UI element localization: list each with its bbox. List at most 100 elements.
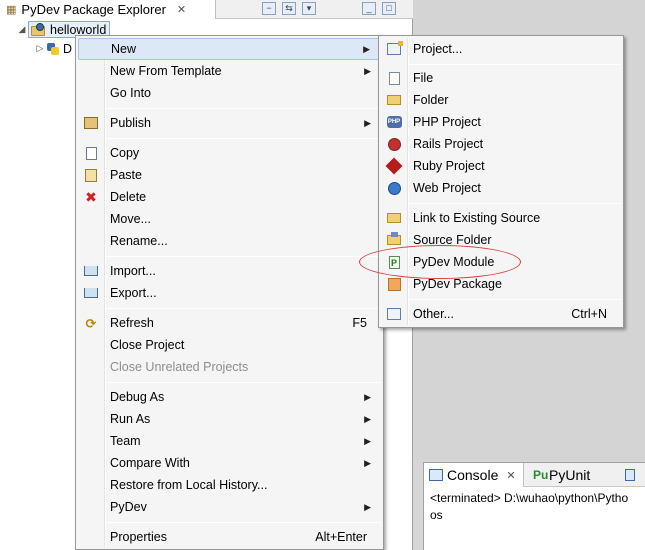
menu-item-accelerator: Alt+Enter xyxy=(315,530,367,544)
submenu-arrow-icon: ▶ xyxy=(364,457,371,468)
view-toolbar: − ⇆ ▾ _ □ xyxy=(262,2,396,15)
new-submenu: Project... File Folder PHP PHP Project R… xyxy=(378,35,624,328)
menu-item-label: New xyxy=(111,42,137,56)
tab-other[interactable] xyxy=(620,463,635,487)
menu-item-label: Restore from Local History... xyxy=(110,478,268,492)
submenu-item-php-project[interactable]: PHP PHP Project xyxy=(381,111,621,133)
filter-icon[interactable]: ▾ xyxy=(302,2,316,15)
submenu-item-label: Other... xyxy=(413,307,454,321)
python-project-icon xyxy=(31,22,47,37)
other-wizard-icon xyxy=(386,307,402,321)
delete-icon: ✖ xyxy=(85,189,97,205)
submenu-item-label: Web Project xyxy=(413,181,481,195)
submenu-arrow-icon: ▶ xyxy=(364,117,371,128)
maximize-icon[interactable]: □ xyxy=(382,2,396,15)
menu-item-label: Close Project xyxy=(110,338,185,352)
menu-item-label: Refresh xyxy=(110,316,154,330)
submenu-arrow-icon: ▶ xyxy=(364,65,371,76)
menu-item-label: Delete xyxy=(110,190,147,204)
menu-item-label: Close Unrelated Projects xyxy=(110,360,249,374)
menu-item-label: New From Template xyxy=(110,64,222,78)
submenu-item-other[interactable]: Other... Ctrl+N xyxy=(381,303,621,325)
console-view: Console ✕ Pu PyUnit <terminated> D:\wuha… xyxy=(423,462,645,550)
close-icon[interactable]: ✕ xyxy=(177,3,186,16)
menu-item-rename[interactable]: Rename... xyxy=(78,230,381,252)
menu-item-refresh[interactable]: ⟳ Refresh F5 xyxy=(78,312,381,334)
collapse-arrow-icon[interactable]: ◢ xyxy=(16,24,28,35)
menu-item-import[interactable]: Import... xyxy=(78,260,381,282)
menu-item-label: Import... xyxy=(110,264,156,278)
submenu-item-folder[interactable]: Folder xyxy=(381,89,621,111)
submenu-item-rails-project[interactable]: Rails Project xyxy=(381,133,621,155)
menu-item-run-as[interactable]: Run As ▶ xyxy=(78,408,381,430)
menu-item-label: Paste xyxy=(110,168,142,182)
source-folder-icon xyxy=(386,232,402,247)
menu-item-move[interactable]: Move... xyxy=(78,208,381,230)
menu-item-compare-with[interactable]: Compare With ▶ xyxy=(78,452,381,474)
menu-item-label: Move... xyxy=(110,212,151,226)
context-menu: New ▶ New From Template ▶ Go Into Publis… xyxy=(75,35,384,550)
submenu-item-web-project[interactable]: Web Project xyxy=(381,177,621,199)
tab-pyunit[interactable]: Pu PyUnit xyxy=(528,463,590,487)
menu-item-label: Export... xyxy=(110,286,157,300)
file-icon xyxy=(386,71,402,85)
menu-item-publish[interactable]: Publish ▶ xyxy=(78,112,381,134)
tab-console[interactable]: Console ✕ xyxy=(424,463,524,487)
submenu-arrow-icon: ▶ xyxy=(364,413,371,424)
menu-item-properties[interactable]: Properties Alt+Enter xyxy=(78,526,381,548)
pyunit-tab-label: PyUnit xyxy=(549,467,591,483)
package-explorer-icon: ▦ xyxy=(6,4,17,16)
refresh-icon: ⟳ xyxy=(85,315,97,331)
close-icon[interactable]: ✕ xyxy=(506,469,515,482)
collapse-all-icon[interactable]: − xyxy=(262,2,276,15)
menu-item-label: Compare With xyxy=(110,456,190,470)
view-tabbar: ▦ PyDev Package Explorer ✕ − ⇆ ▾ _ □ xyxy=(0,0,413,19)
menu-item-label: Debug As xyxy=(110,390,165,404)
console-icon xyxy=(429,469,443,481)
submenu-item-link-source[interactable]: Link to Existing Source xyxy=(381,207,621,229)
submenu-item-label: Project... xyxy=(413,42,463,56)
submenu-item-file[interactable]: File xyxy=(381,67,621,89)
submenu-item-label: Ruby Project xyxy=(413,159,485,173)
ruby-project-icon xyxy=(385,157,403,175)
menu-item-label: Properties xyxy=(110,530,167,544)
menu-separator xyxy=(409,299,621,300)
menu-item-label: Run As xyxy=(110,412,151,426)
menu-item-close-unrelated-projects: Close Unrelated Projects xyxy=(78,356,381,378)
menu-item-team[interactable]: Team ▶ xyxy=(78,430,381,452)
menu-item-delete[interactable]: ✖ Delete xyxy=(78,186,381,208)
submenu-item-label: File xyxy=(413,71,434,85)
menu-item-debug-as[interactable]: Debug As ▶ xyxy=(78,386,381,408)
submenu-item-ruby-project[interactable]: Ruby Project xyxy=(381,155,621,177)
submenu-arrow-icon: ▶ xyxy=(363,43,370,54)
submenu-item-project[interactable]: Project... xyxy=(381,38,621,60)
submenu-item-label: Folder xyxy=(413,93,449,107)
menu-item-close-project[interactable]: Close Project xyxy=(78,334,381,356)
menu-item-restore-history[interactable]: Restore from Local History... xyxy=(78,474,381,496)
minimize-icon[interactable]: _ xyxy=(362,2,376,15)
menu-item-label: Publish xyxy=(110,116,151,130)
view-icon xyxy=(625,469,635,481)
menu-item-copy[interactable]: Copy xyxy=(78,142,381,164)
paste-icon xyxy=(83,168,99,182)
menu-separator xyxy=(106,108,381,109)
tab-package-explorer[interactable]: ▦ PyDev Package Explorer ✕ xyxy=(0,0,216,19)
menu-separator xyxy=(106,138,381,139)
submenu-arrow-icon: ▶ xyxy=(364,435,371,446)
menu-item-accelerator: Ctrl+N xyxy=(571,307,607,321)
menu-item-paste[interactable]: Paste xyxy=(78,164,381,186)
menu-item-go-into[interactable]: Go Into xyxy=(78,82,381,104)
menu-item-export[interactable]: Export... xyxy=(78,282,381,304)
menu-item-pydev[interactable]: PyDev ▶ xyxy=(78,496,381,518)
menu-separator xyxy=(409,64,621,65)
menu-item-label: Go Into xyxy=(110,86,151,100)
menu-item-new-from-template[interactable]: New From Template ▶ xyxy=(78,60,381,82)
menu-separator xyxy=(106,308,381,309)
new-project-icon xyxy=(386,41,403,56)
console-tabbar: Console ✕ Pu PyUnit xyxy=(424,463,645,487)
console-status-line: <terminated> D:\wuhao\python\Pytho xyxy=(430,491,629,505)
expand-arrow-icon[interactable]: ▷ xyxy=(34,43,46,54)
php-project-icon: PHP xyxy=(386,115,402,129)
menu-item-new[interactable]: New ▶ xyxy=(78,38,381,60)
link-editor-icon[interactable]: ⇆ xyxy=(282,2,296,15)
